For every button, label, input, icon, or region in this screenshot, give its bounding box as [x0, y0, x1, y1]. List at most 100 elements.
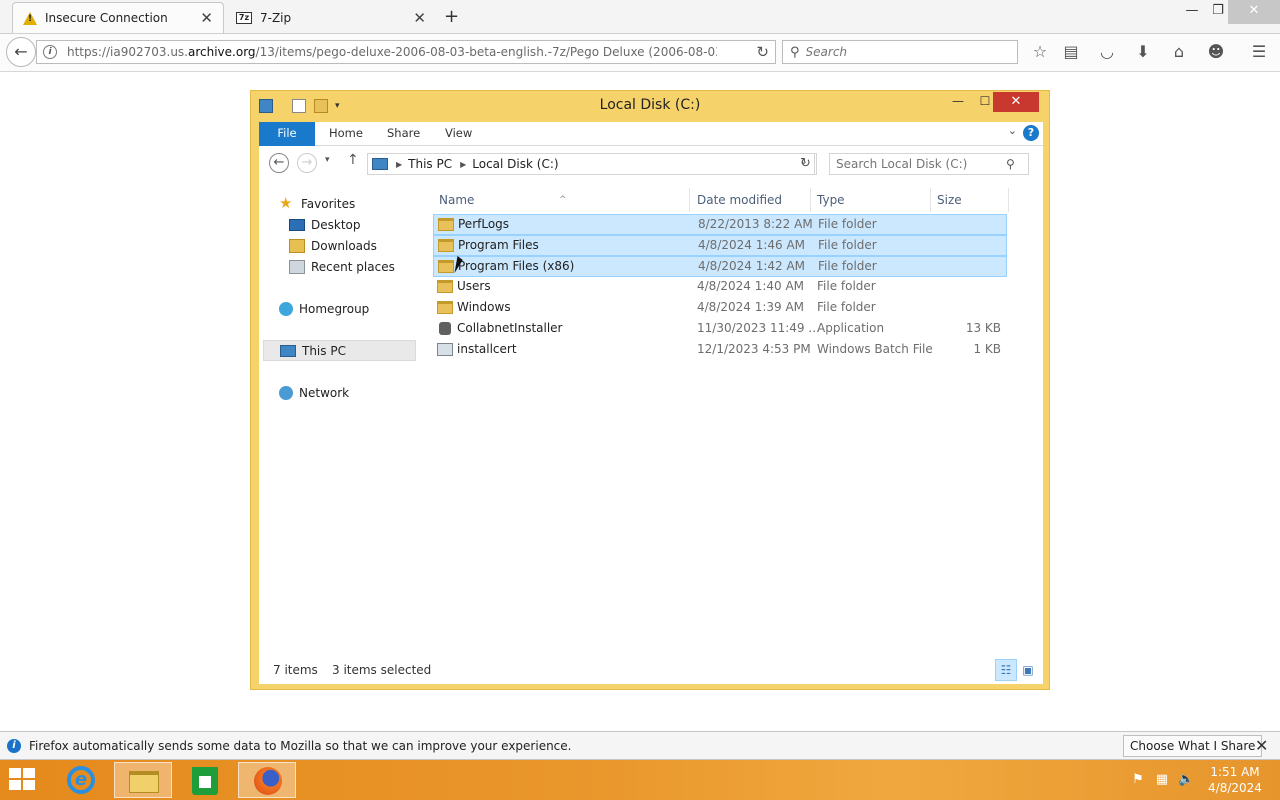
- close-icon[interactable]: ✕: [1255, 736, 1268, 755]
- volume-muted-icon[interactable]: 🔈: [1178, 772, 1194, 788]
- column-date-modified[interactable]: Date modified: [691, 188, 811, 212]
- internet-explorer-taskbar-button[interactable]: e: [52, 762, 110, 798]
- nav-label: Favorites: [301, 196, 356, 211]
- content-area: ★ Favorites Desktop Downloads Recent pla…: [259, 180, 1043, 656]
- taskbar: e ⚑ ▦ 🔈 1:51 AM 4/8/2024: [0, 760, 1280, 800]
- nav-homegroup[interactable]: Homegroup: [279, 298, 369, 319]
- tab-share[interactable]: Share: [373, 122, 434, 146]
- expand-ribbon-icon[interactable]: ⌄: [1008, 124, 1017, 137]
- file-date-modified: 4/8/2024 1:42 AM: [698, 259, 806, 273]
- clock[interactable]: 1:51 AM 4/8/2024: [1200, 764, 1270, 796]
- table-row[interactable]: Users 4/8/2024 1:40 AM File folder: [433, 277, 1007, 298]
- navigation-pane: ★ Favorites Desktop Downloads Recent pla…: [259, 180, 419, 656]
- star-icon: ★: [279, 193, 293, 212]
- nav-network[interactable]: Network: [279, 382, 349, 403]
- tab-view[interactable]: View: [431, 122, 486, 146]
- file-name: Program Files: [458, 238, 539, 252]
- bookmark-star-icon[interactable]: ☆: [1030, 42, 1050, 62]
- browser-search-bar[interactable]: ⚲: [782, 40, 1018, 64]
- table-row[interactable]: Program Files (x86) 4/8/2024 1:42 AM File …: [433, 256, 1007, 277]
- back-icon[interactable]: ←: [269, 153, 289, 173]
- column-type[interactable]: Type: [811, 188, 931, 212]
- browser-tab-bar: Insecure Connection ✕ 7z 7-Zip ✕ + — ❐ ✕: [0, 0, 1280, 34]
- hamburger-menu-icon[interactable]: ☰: [1249, 42, 1269, 62]
- explorer-search-box[interactable]: ⚲: [829, 153, 1029, 175]
- pocket-icon[interactable]: ◡: [1097, 42, 1117, 62]
- notification-text: Firefox automatically sends some data to…: [29, 739, 572, 753]
- explorer-close-button[interactable]: ✕: [993, 92, 1039, 112]
- 7zip-icon: 7z: [236, 11, 252, 24]
- nav-label: Network: [299, 385, 350, 400]
- breadcrumb-local-disk[interactable]: Local Disk (C:): [472, 157, 558, 171]
- file-name: installcert: [457, 342, 517, 356]
- info-icon[interactable]: i: [43, 45, 57, 59]
- chevron-right-icon[interactable]: ▶: [396, 160, 402, 169]
- sort-ascending-icon: ^: [559, 195, 567, 205]
- nav-this-pc[interactable]: This PC: [263, 340, 416, 361]
- internet-explorer-icon: e: [67, 766, 95, 794]
- nav-desktop[interactable]: Desktop: [289, 214, 361, 235]
- address-row: ← → ▾ ↑ ▶ This PC ▶ Local Disk (C:) ⌄ ↻ …: [259, 146, 1043, 180]
- choose-what-i-share-button[interactable]: Choose What I Share: [1123, 735, 1263, 757]
- close-window-button[interactable]: ✕: [1228, 0, 1280, 24]
- file-size: 13 KB: [965, 321, 1001, 335]
- table-row[interactable]: installcert 12/1/2023 4:53 PM Windows Batc…: [433, 340, 1007, 361]
- chat-icon[interactable]: ☻: [1206, 42, 1226, 62]
- tab-7zip[interactable]: 7z 7-Zip ✕: [226, 2, 436, 33]
- nav-favorites[interactable]: ★ Favorites: [279, 193, 355, 214]
- table-row[interactable]: CollabnetInstaller 11/30/2023 11:49 ... Ap…: [433, 319, 1007, 340]
- url-prefix: https://ia902703.us.: [67, 45, 188, 59]
- back-button[interactable]: ←: [6, 37, 36, 67]
- firefox-taskbar-button[interactable]: [238, 762, 296, 798]
- file-name: Users: [457, 279, 491, 293]
- reading-list-icon[interactable]: ▤: [1061, 42, 1081, 62]
- downloads-icon[interactable]: ⬇: [1133, 42, 1153, 62]
- new-tab-button[interactable]: +: [444, 6, 459, 27]
- close-tab-icon[interactable]: ✕: [200, 9, 213, 27]
- nav-downloads[interactable]: Downloads: [289, 235, 377, 256]
- column-name[interactable]: Name ^: [433, 188, 690, 212]
- explorer-title-bar[interactable]: ▾ Local Disk (C:) — ☐ ✕: [251, 91, 1049, 121]
- home-icon[interactable]: ⌂: [1169, 42, 1189, 62]
- file-type: File folder: [818, 217, 877, 231]
- table-row[interactable]: PerfLogs 8/22/2013 8:22 AM File folder: [433, 214, 1007, 235]
- store-taskbar-button[interactable]: [176, 762, 234, 798]
- file-type: File folder: [818, 259, 877, 273]
- tab-home[interactable]: Home: [315, 122, 377, 146]
- tab-file[interactable]: File: [259, 122, 315, 146]
- flag-icon[interactable]: ⚑: [1130, 772, 1146, 788]
- search-icon: ⚲: [790, 44, 800, 60]
- address-bar[interactable]: ▶ This PC ▶ Local Disk (C:) ⌄: [367, 153, 815, 175]
- nav-recent-places[interactable]: Recent places: [289, 256, 395, 277]
- file-name: CollabnetInstaller: [457, 321, 563, 335]
- explorer-minimize-button[interactable]: —: [945, 93, 971, 111]
- clock-date: 4/8/2024: [1208, 781, 1262, 795]
- column-size[interactable]: Size: [931, 188, 1009, 212]
- chevron-right-icon[interactable]: ▶: [460, 160, 466, 169]
- folder-icon: [129, 771, 159, 793]
- table-row[interactable]: Program Files 4/8/2024 1:46 AM File folder: [433, 235, 1007, 256]
- close-tab-icon[interactable]: ✕: [413, 9, 426, 27]
- network-tray-icon[interactable]: ▦: [1154, 772, 1170, 788]
- recent-locations-icon[interactable]: ▾: [325, 155, 330, 165]
- browser-search-input[interactable]: [805, 45, 1006, 59]
- folder-icon: [438, 260, 454, 273]
- breadcrumb-this-pc[interactable]: This PC: [408, 157, 452, 171]
- forward-icon[interactable]: →: [297, 153, 317, 173]
- explorer-search-input[interactable]: [836, 157, 1006, 171]
- large-icons-view-icon[interactable]: ▣: [1017, 659, 1039, 681]
- warning-icon: [23, 11, 37, 25]
- url-text[interactable]: https://ia902703.us.archive.org/13/items…: [67, 45, 717, 59]
- table-row[interactable]: Windows 4/8/2024 1:39 AM File folder: [433, 298, 1007, 319]
- reload-icon[interactable]: ↻: [756, 43, 769, 61]
- file-explorer-taskbar-button[interactable]: [114, 762, 172, 798]
- windows-start-icon[interactable]: [9, 768, 37, 792]
- help-icon[interactable]: ?: [1023, 125, 1039, 141]
- up-icon[interactable]: ↑: [347, 152, 359, 168]
- details-view-icon[interactable]: ☷: [995, 659, 1017, 681]
- refresh-icon[interactable]: ↻: [795, 153, 817, 175]
- column-label: Name: [439, 193, 475, 207]
- file-date-modified: 4/8/2024 1:39 AM: [697, 300, 805, 314]
- url-bar[interactable]: i https://ia902703.us.archive.org/13/ite…: [36, 40, 776, 64]
- tab-insecure-connection[interactable]: Insecure Connection ✕: [12, 2, 224, 33]
